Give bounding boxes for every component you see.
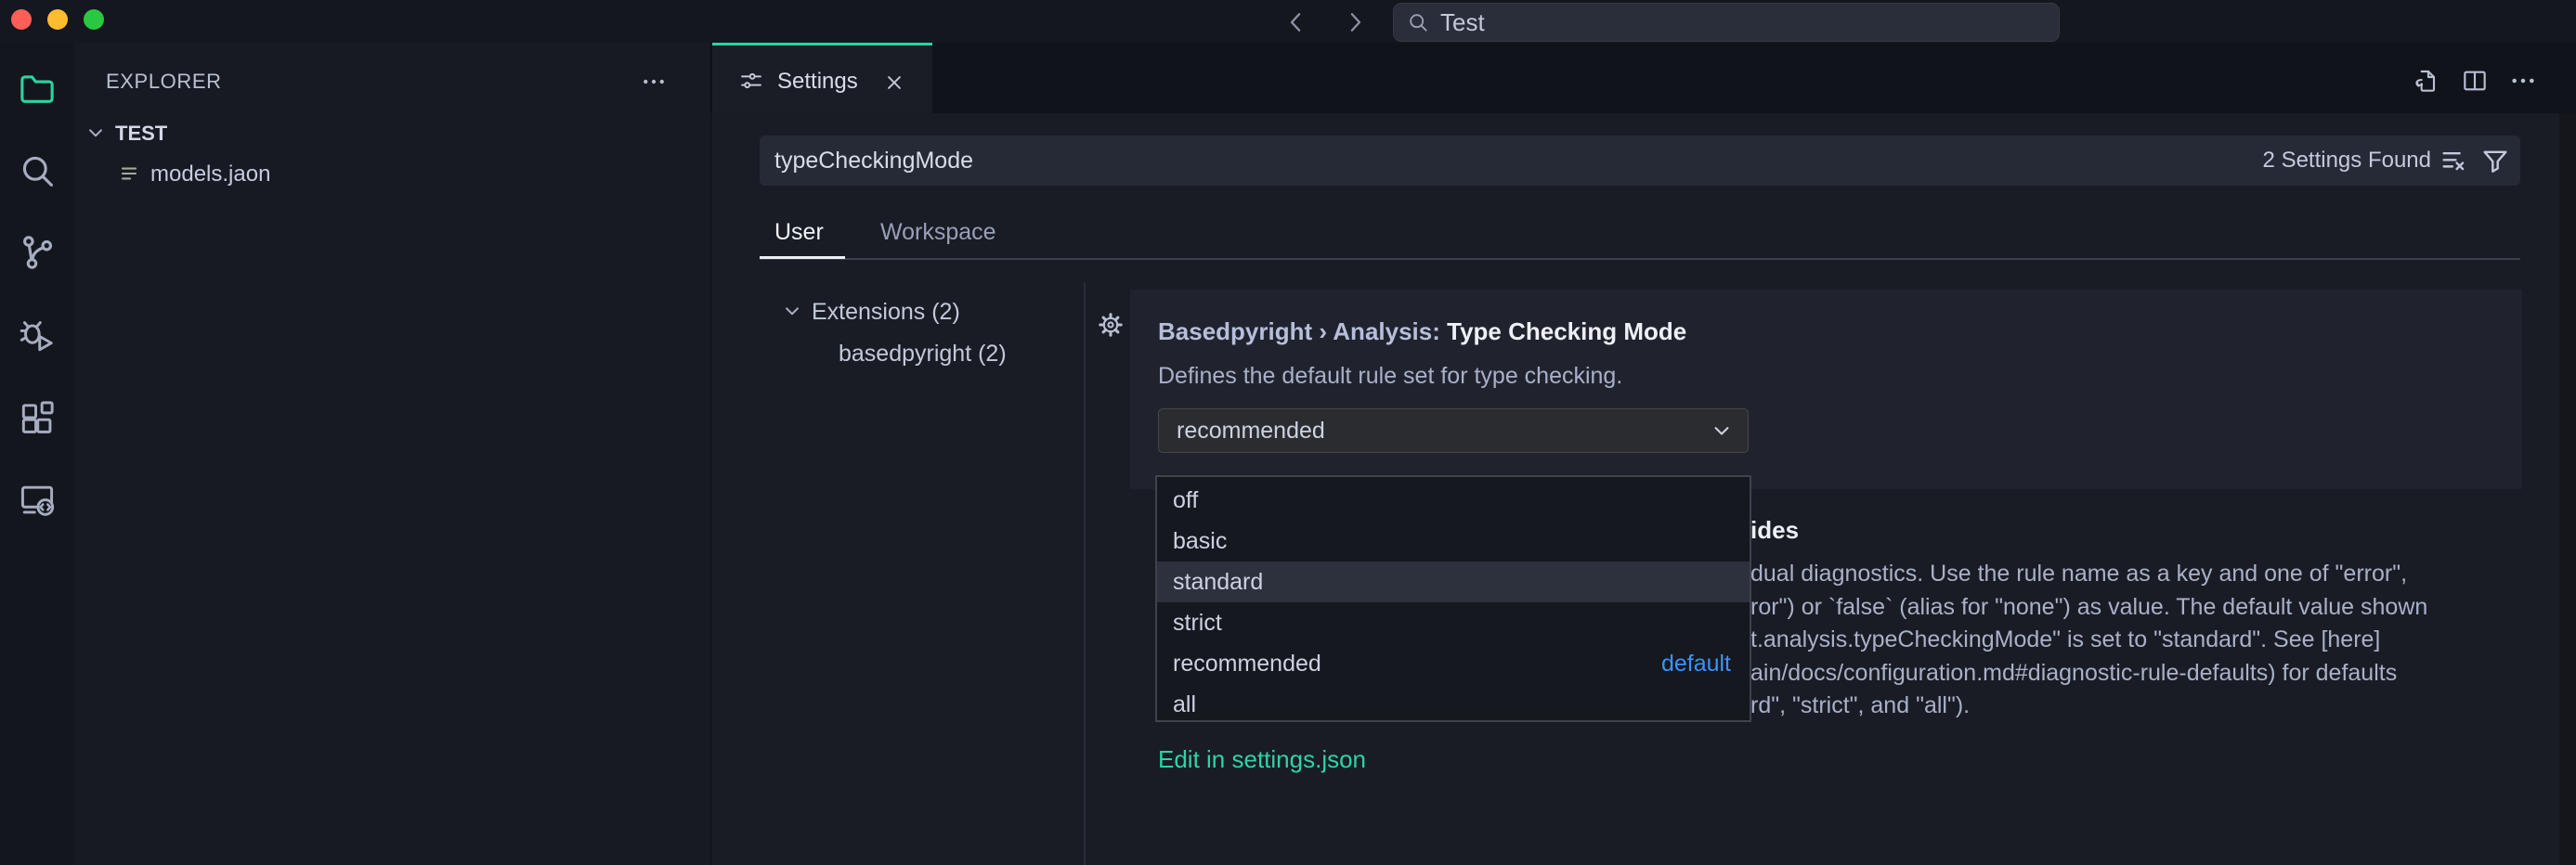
active-scope-underline (760, 256, 845, 259)
zoom-window-button[interactable] (84, 9, 104, 30)
filter-funnel-icon (2479, 145, 2511, 176)
settings-search-box[interactable]: 2 Settings Found (760, 136, 2520, 186)
close-tab-button[interactable] (880, 69, 908, 97)
select-value: recommended (1177, 418, 1325, 445)
close-window-button[interactable] (11, 9, 32, 30)
chevron-down-icon (780, 299, 804, 323)
title-bar (0, 0, 2576, 43)
folder-icon (17, 68, 58, 109)
toc-item-basedpyright[interactable]: basedpyright (2) (839, 341, 1007, 368)
obscured-text-fragment: ror") or `false` (alias for "none") as v… (1750, 594, 2427, 621)
toc-extensions-chevron[interactable] (780, 299, 804, 323)
explorer-title: EXPLORER (106, 70, 222, 94)
root-folder-label[interactable]: TEST (115, 122, 167, 146)
settings-sliders-icon (738, 68, 764, 94)
toc-splitter[interactable] (1084, 282, 1086, 865)
toc-item-extensions[interactable]: Extensions (2) (812, 299, 960, 326)
dropdown-option-standard[interactable]: standard (1157, 562, 1750, 602)
open-settings-json-button[interactable] (2409, 65, 2440, 97)
editor-more-actions-button[interactable] (2507, 65, 2539, 97)
source-control-icon (17, 232, 58, 273)
tab-scope-user[interactable]: User (774, 219, 824, 246)
sidebar-item-explorer[interactable] (16, 67, 59, 110)
sidebar-item-source-control[interactable] (16, 231, 59, 274)
goto-file-icon (2410, 66, 2439, 96)
command-search-input[interactable] (1440, 8, 2016, 37)
settings-result-count: 2 Settings Found (2263, 148, 2431, 174)
debug-icon (17, 315, 58, 355)
setting-description: Defines the default rule set for type ch… (1158, 363, 1622, 390)
search-icon (17, 150, 58, 191)
minimize-window-button[interactable] (47, 9, 68, 30)
split-editor-icon (2460, 66, 2490, 96)
chevron-down-icon (84, 121, 108, 145)
ellipsis-icon (640, 68, 668, 96)
obscured-text-fragment: t.analysis.typeCheckingMode" is set to "… (1750, 626, 2380, 653)
sidebar-item-remote-explorer[interactable] (16, 478, 59, 521)
sidebar-item-extensions[interactable] (16, 396, 59, 439)
clear-filter-icon (2439, 145, 2470, 176)
chevron-down-icon (1709, 418, 1735, 444)
sidebar-item-search[interactable] (16, 149, 59, 192)
obscured-text-fragment: ain/docs/configuration.md#diagnostic-rul… (1750, 660, 2397, 687)
split-editor-button[interactable] (2459, 65, 2491, 97)
remote-explorer-icon (17, 479, 58, 520)
dropdown-option-off[interactable]: off (1157, 480, 1750, 521)
search-icon (1406, 10, 1430, 34)
chevron-right-icon (1341, 8, 1369, 36)
tab-label: Settings (777, 69, 858, 95)
file-item-models-jaon[interactable]: models.jaon (150, 161, 270, 187)
dropdown-option-strict[interactable]: strict (1157, 602, 1750, 643)
type-checking-mode-dropdown: off basic standard strict recommendeddef… (1155, 475, 1751, 722)
explorer-sidebar: EXPLORER TEST models.jaon (74, 43, 711, 865)
root-folder-row[interactable] (84, 121, 108, 145)
filter-settings-button[interactable] (2478, 143, 2513, 178)
type-checking-mode-select[interactable]: recommended (1158, 408, 1749, 453)
obscured-text-fragment: dual diagnostics. Use the rule name as a… (1750, 561, 2407, 587)
default-badge: default (1661, 651, 1731, 678)
dropdown-option-recommended[interactable]: recommendeddefault (1157, 643, 1750, 684)
settings-search-input[interactable] (774, 148, 2205, 174)
tab-scope-workspace[interactable]: Workspace (880, 219, 996, 246)
navigate-forward-button[interactable] (1339, 6, 1371, 38)
extensions-icon (17, 397, 58, 438)
editor-scrollbar-gutter[interactable] (2559, 113, 2576, 865)
edit-in-settings-json-link[interactable]: Edit in settings.json (1158, 745, 1366, 774)
setting-title: Basedpyright › Analysis: Type Checking M… (1158, 317, 1686, 346)
obscured-text-fragment: rd", "strict", and "all"). (1750, 692, 1970, 719)
close-icon (882, 71, 906, 95)
command-center-search[interactable] (1393, 3, 2060, 42)
obscured-setting-heading-fragment: ides (1750, 516, 1799, 545)
navigate-back-button[interactable] (1281, 6, 1312, 38)
setting-gear-icon[interactable] (1096, 310, 1125, 340)
clear-settings-search-button[interactable] (2437, 143, 2472, 178)
file-icon (117, 161, 141, 186)
ellipsis-icon (2508, 66, 2538, 96)
scope-tabs-divider (760, 258, 2520, 260)
dropdown-option-all[interactable]: all (1157, 684, 1750, 725)
setting-category: Basedpyright › Analysis: (1158, 317, 1447, 345)
dropdown-option-basic[interactable]: basic (1157, 521, 1750, 562)
tab-settings[interactable]: Settings (712, 43, 932, 113)
explorer-more-actions-button[interactable] (639, 67, 669, 97)
setting-label: Type Checking Mode (1447, 317, 1686, 345)
sidebar-item-run-debug[interactable] (16, 314, 59, 356)
activity-bar (0, 43, 74, 865)
chevron-left-icon (1282, 8, 1310, 36)
editor-tab-bar (711, 43, 2576, 113)
